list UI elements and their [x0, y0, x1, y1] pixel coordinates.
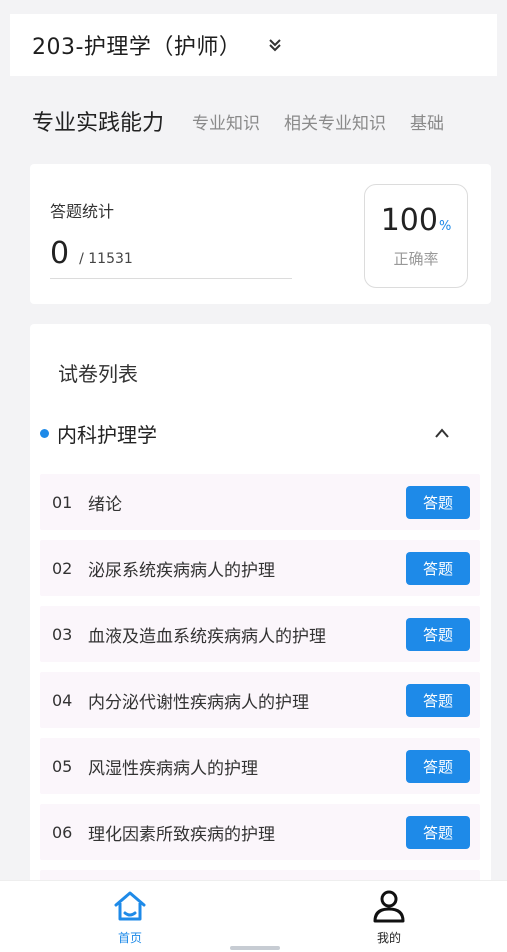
accuracy-unit: % [438, 219, 452, 234]
list-item[interactable]: 01 绪论 答题 [40, 474, 480, 530]
list-item[interactable]: 04 内分泌代谢性疾病病人的护理 答题 [40, 672, 480, 728]
subject-selector[interactable]: 203-护理学（护师） [32, 29, 241, 61]
chapter-number: 05 [52, 756, 73, 776]
chapter-name: 内分泌代谢性疾病病人的护理 [88, 692, 309, 713]
chapter-name: 理化因素所致疾病的护理 [88, 824, 275, 845]
accuracy-label: 正确率 [393, 250, 439, 268]
section-header[interactable]: 内科护理学 [40, 418, 480, 448]
double-chevron-down-icon[interactable] [267, 37, 283, 53]
app-screen: 203-护理学（护师） 专业实践能力 专业知识 相关专业知识 基础 答题统计 0… [0, 0, 507, 952]
list-item[interactable]: 02 泌尿系统疾病病人的护理 答题 [40, 540, 480, 596]
list-item[interactable]: 06 理化因素所致疾病的护理 答题 [40, 804, 480, 860]
divider [50, 278, 292, 279]
answer-button[interactable]: 答题 [406, 684, 470, 717]
chapter-number: 02 [52, 558, 73, 578]
category-tabs: 专业实践能力 专业知识 相关专业知识 基础 [32, 104, 507, 138]
chapter-name: 血液及造血系统疾病病人的护理 [88, 626, 326, 647]
accuracy-value: 100 % [381, 203, 452, 238]
answered-count: 0 / 11531 [50, 236, 133, 271]
home-indicator [230, 946, 280, 950]
nav-home-label: 首页 [117, 931, 142, 945]
tab-professional-knowledge[interactable]: 专业知识 [192, 109, 260, 134]
user-icon [373, 890, 405, 923]
nav-mine[interactable]: 我的 [329, 887, 449, 946]
chapter-name: 绪论 [88, 494, 122, 515]
accuracy-box: 100 % 正确率 [364, 184, 468, 288]
list-item[interactable]: 05 风湿性疾病病人的护理 答题 [40, 738, 480, 794]
paper-list-card: 试卷列表 内科护理学 01 绪论 答题 02 泌尿系统疾病病人的护理 答题 03… [30, 324, 491, 884]
section-bullet [40, 428, 49, 438]
chapter-name: 泌尿系统疾病病人的护理 [88, 560, 275, 581]
answer-button[interactable]: 答题 [406, 816, 470, 849]
answer-button[interactable]: 答题 [406, 750, 470, 783]
accuracy-number: 100 [380, 203, 438, 238]
chapter-number: 04 [52, 690, 73, 710]
answer-button[interactable]: 答题 [406, 618, 470, 651]
stats-label: 答题统计 [50, 202, 115, 221]
total-questions: / 11531 [79, 251, 133, 267]
answer-button[interactable]: 答题 [406, 486, 470, 519]
chapter-name: 风湿性疾病病人的护理 [88, 758, 258, 779]
section-label: 内科护理学 [57, 422, 157, 447]
chapter-number: 01 [52, 492, 73, 512]
chevron-up-icon[interactable] [434, 426, 450, 440]
answered-number: 0 [50, 236, 70, 271]
tab-professional-practice[interactable]: 专业实践能力 [32, 105, 164, 137]
tab-related-knowledge[interactable]: 相关专业知识 [284, 109, 386, 134]
chapter-number: 06 [52, 822, 73, 842]
header: 203-护理学（护师） [10, 14, 497, 76]
home-icon [114, 891, 146, 921]
chapter-number: 03 [52, 624, 73, 644]
stats-card: 答题统计 0 / 11531 100 % 正确率 [30, 164, 491, 304]
nav-mine-label: 我的 [376, 931, 401, 945]
list-item[interactable]: 03 血液及造血系统疾病病人的护理 答题 [40, 606, 480, 662]
answer-button[interactable]: 答题 [406, 552, 470, 585]
tab-basic[interactable]: 基础 [410, 109, 444, 134]
nav-home[interactable]: 首页 [70, 887, 190, 946]
paper-list-title: 试卷列表 [58, 362, 138, 386]
bottom-nav: 首页 我的 [0, 880, 507, 952]
